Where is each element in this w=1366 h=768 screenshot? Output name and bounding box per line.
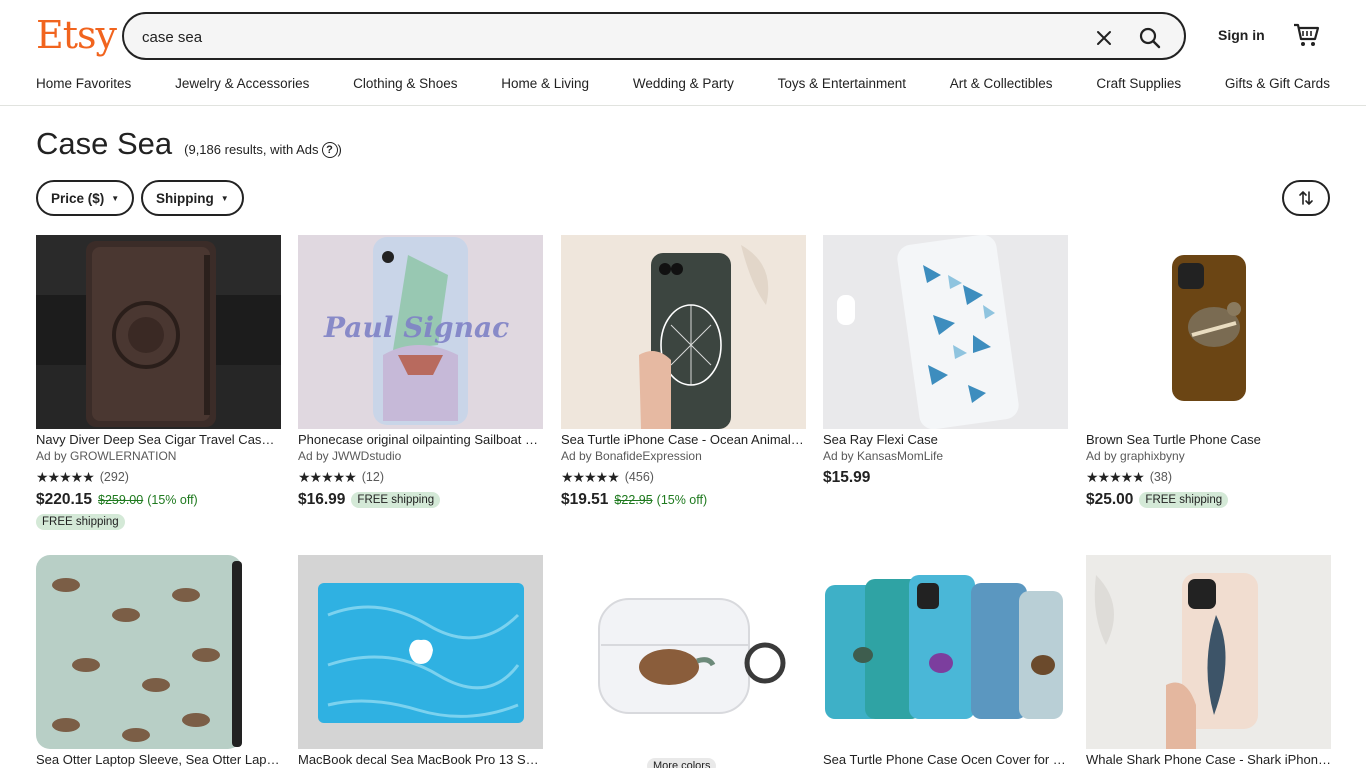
listing-shop: Ad by GROWLERNATION [36,449,177,463]
nav-toys-entertainment[interactable]: Toys & Entertainment [778,76,906,91]
discount: (15% off) [656,493,708,507]
listing-image-otter-sleeve[interactable] [36,555,281,749]
caret-down-icon: ▼ [111,193,120,203]
listing-card[interactable]: Brown Sea Turtle Phone Case Ad by graphi… [1086,235,1331,512]
listing-card[interactable]: Paul Signac Phonecase original oilpainti… [298,235,543,512]
page-title: Case Sea [36,126,173,161]
listing-title[interactable]: Phonecase original oilpainting Sailboat … [298,432,543,449]
help-icon[interactable]: ? [321,141,338,158]
search-bar[interactable] [122,12,1186,60]
listing-title[interactable]: Sea Otter Laptop Sleeve, Sea Otter Lapto… [36,752,281,768]
results-heading: Case Sea (9,186 results, with Ads ? ) [36,126,342,162]
listing-image-sea-ray-case[interactable] [823,235,1068,429]
category-nav: Home Favorites Jewelry & Accessories Clo… [36,76,1330,91]
result-count-close: ) [337,142,342,157]
price-filter-label: Price ($) [51,190,105,206]
site-header: Etsy Sign in Home Favorites Jewelry & Ac… [0,0,1366,106]
nav-craft-supplies[interactable]: Craft Supplies [1096,76,1181,91]
listing-price: $19.51 [561,491,609,508]
more-colors-badge: More colors [647,758,717,768]
listing-price: $16.99 [298,491,346,508]
listing-card[interactable]: Navy Diver Deep Sea Cigar Travel Case, L… [36,235,281,530]
listing-card[interactable]: Sea Otter Laptop Sleeve, Sea Otter Lapto… [36,555,281,768]
listing-title[interactable]: Whale Shark Phone Case - Shark iPhone Ca… [1086,752,1331,768]
svg-text:Paul Signac: Paul Signac [323,311,509,344]
listing-rating: ★★★★★ (12) [298,466,543,488]
etsy-logo[interactable]: Etsy [36,12,117,58]
listing-rating: ★★★★★ (456) [561,466,806,488]
review-count: (292) [99,470,129,484]
clear-search-icon[interactable] [1092,26,1116,50]
listing-shop: Ad by BonafideExpression [561,449,702,463]
listing-card[interactable]: More colors [561,555,806,768]
listing-image-turtle-cases-set[interactable] [823,555,1068,749]
listing-card[interactable]: Sea Turtle Phone Case Ocen Cover for iPh… [823,555,1068,768]
review-count: (12) [361,470,384,484]
review-count: (456) [624,470,654,484]
star-rating-icon: ★★★★★ [1086,468,1145,485]
listing-shop: Ad by graphixbyny [1086,449,1185,463]
original-price: $259.00 [98,493,144,507]
listing-rating: ★★★★★ (292) [36,466,281,488]
free-shipping-badge: FREE shipping [36,514,125,530]
shipping-filter-button[interactable]: Shipping ▼ [141,180,244,216]
listing-title[interactable]: MacBook decal Sea MacBook Pro 13 Skin Oc… [298,752,543,768]
nav-gifts-gift-cards[interactable]: Gifts & Gift Cards [1225,76,1330,91]
listing-title[interactable]: Navy Diver Deep Sea Cigar Travel Case, L… [36,432,281,449]
caret-down-icon: ▼ [220,193,229,203]
price-filter-button[interactable]: Price ($) ▼ [36,180,135,216]
result-count-text: (9,186 results, with Ads [184,142,319,157]
listing-image-brown-turtle-case[interactable] [1086,235,1331,429]
search-input[interactable] [142,26,1042,48]
listing-price: $220.15 [36,491,93,508]
listing-card[interactable]: Whale Shark Phone Case - Shark iPhone Ca… [1086,555,1331,768]
listing-card[interactable]: Sea Turtle iPhone Case - Ocean Animal Ph… [561,235,806,512]
original-price: $22.95 [614,493,653,507]
star-rating-icon: ★★★★★ [36,468,95,485]
listing-card[interactable]: MacBook decal Sea MacBook Pro 13 Skin Oc… [298,555,543,768]
listing-price-row: $220.15 $259.00 (15% off) [36,488,281,512]
listing-card[interactable]: Sea Ray Flexi Case Ad by KansasMomLife $… [823,235,1068,490]
review-count: (38) [1149,470,1172,484]
listing-image-signac-case[interactable]: Paul Signac [298,235,543,429]
discount: (15% off) [147,493,198,507]
result-count: (9,186 results, with Ads ? ) [184,141,342,158]
star-rating-icon: ★★★★★ [561,468,620,485]
listing-image-whale-shark-case[interactable] [1086,555,1331,749]
nav-clothing-shoes[interactable]: Clothing & Shoes [353,76,457,91]
listing-title[interactable]: Sea Turtle iPhone Case - Ocean Animal Ph… [561,432,806,449]
listing-price-row: $15.99 [823,466,1068,490]
listing-shop: Ad by KansasMomLife [823,449,944,463]
listing-price: $15.99 [823,469,871,486]
star-rating-icon: ★★★★★ [298,468,357,485]
nav-art-collectibles[interactable]: Art & Collectibles [950,76,1053,91]
listing-image-turtle-case[interactable] [561,235,806,429]
listing-price: $25.00 [1086,491,1134,508]
listing-price-row: $19.51 $22.95 (15% off) [561,488,806,512]
listing-image-cigar-case[interactable] [36,235,281,429]
sort-icon [1299,191,1313,205]
nav-home-living[interactable]: Home & Living [501,76,589,91]
nav-jewelry-accessories[interactable]: Jewelry & Accessories [175,76,309,91]
listing-title[interactable]: Brown Sea Turtle Phone Case [1086,432,1331,449]
search-icon[interactable] [1136,24,1164,52]
shipping-filter-label: Shipping [156,190,214,206]
nav-home-favorites[interactable]: Home Favorites [36,76,131,91]
listing-price-row: $25.00 FREE shipping [1086,488,1331,512]
listing-price-row: $16.99 FREE shipping [298,488,543,512]
sign-in-link[interactable]: Sign in [1218,27,1265,43]
listing-title[interactable]: Sea Turtle Phone Case Ocen Cover for iPh… [823,752,1068,768]
free-shipping-badge: FREE shipping [351,492,441,508]
listing-image-airpods-case[interactable] [561,555,806,749]
listing-image-macbook-decal[interactable] [298,555,543,749]
listing-rating: ★★★★★ (38) [1086,466,1331,488]
listing-shop: Ad by JWWDstudio [298,449,402,463]
sort-button[interactable] [1282,180,1330,216]
cart-icon[interactable] [1292,22,1320,48]
listing-title[interactable]: Sea Ray Flexi Case [823,432,1068,449]
free-shipping-badge: FREE shipping [1139,492,1229,508]
nav-wedding-party[interactable]: Wedding & Party [633,76,734,91]
